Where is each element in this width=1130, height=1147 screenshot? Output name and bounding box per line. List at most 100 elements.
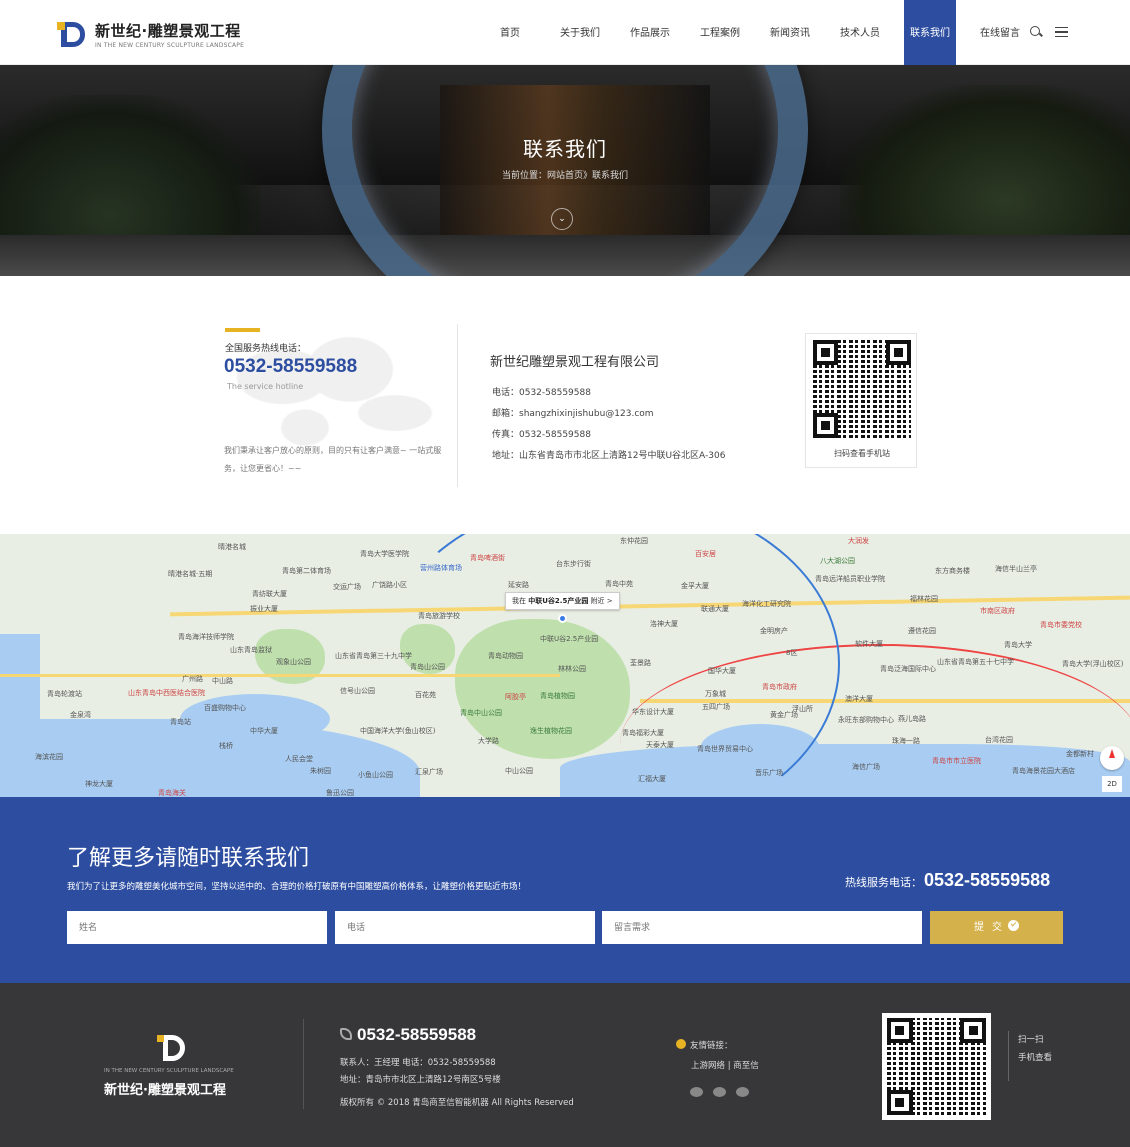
qr-caption: 扫码查看手机站 — [834, 449, 890, 458]
contact-section: 全国服务热线电话： 0532-58559588 The service hotl… — [0, 276, 1130, 534]
name-input[interactable] — [67, 911, 327, 944]
map-label: 信号山公园 — [340, 687, 375, 695]
map-label: 荃景路 — [630, 659, 651, 667]
map-label: 青岛轮渡站 — [47, 690, 82, 698]
map-label: 山东省青岛第五十七中学 — [937, 658, 1014, 666]
main-nav: 首页 关于我们 作品展示 工程案例 新闻资讯 技术人员 联系我们 在线留言 — [475, 0, 1035, 65]
logo-subtitle: IN THE NEW CENTURY SCULPTURE LANDSCAPE — [95, 41, 245, 49]
page-title: 联系我们 — [523, 137, 607, 161]
map-label: 青岛世界贸易中心 — [697, 745, 753, 753]
qr-card: 扫码查看手机站 — [805, 333, 917, 468]
map-label: 青岛大学医学院 — [360, 550, 409, 558]
page-banner: 联系我们 当前位置：网站首页》联系我们 ⌄ — [0, 65, 1130, 276]
map-label: 青岛远洋船员职业学院 — [815, 575, 885, 583]
map-label: 华东设计大厦 — [632, 708, 674, 716]
link-icon — [676, 1039, 686, 1049]
friend-link[interactable]: 上游网络 — [691, 1061, 725, 1071]
map-label: 青岛海关 — [158, 789, 186, 797]
scan-hint: 扫一扫 手机查看 — [1008, 1031, 1058, 1081]
map-label: 青岛大学 — [1004, 641, 1032, 649]
map-location-tooltip[interactable]: 我在 中联U谷2.5产业园 附近 > — [505, 592, 620, 610]
map-label: 青岛福彩大厦 — [622, 729, 664, 737]
link-separator: | — [727, 1061, 731, 1071]
map-label: 燕儿岛路 — [898, 715, 926, 723]
qq-icon[interactable] — [690, 1087, 703, 1097]
slogan: 我们秉承让客户放心的原则，目的只有让客户满意~ 一站式服务，让您更省心！~~ — [224, 446, 442, 473]
map-label: 神龙大厦 — [85, 780, 113, 788]
qr-code-icon — [813, 340, 911, 438]
logo[interactable]: 新世纪·雕塑景观工程 IN THE NEW CENTURY SCULPTURE … — [57, 18, 244, 50]
copyright: 版权所有 © 2018 青岛商至信智能机器 All Rights Reserve… — [340, 1098, 574, 1108]
map-label: 青岛啤酒街 — [470, 554, 505, 562]
weibo-icon[interactable] — [736, 1087, 749, 1097]
compass-icon[interactable] — [1100, 746, 1124, 770]
map-label: 五四广场 — [702, 703, 730, 711]
map-label: 金明房产 — [760, 627, 788, 635]
hotline-label: 全国服务热线电话： — [225, 344, 307, 354]
contact-phone: 电话：0532-58559588 — [492, 388, 591, 398]
footer-qr-code-icon — [882, 1013, 991, 1120]
map-label: 音乐广场 — [755, 769, 783, 777]
map-label: 青纺联大厦 — [252, 590, 287, 598]
map-label: 百盛购物中心 — [204, 704, 246, 712]
links-title: 友情链接： — [676, 1039, 733, 1051]
map-2d-toggle[interactable]: 2D — [1102, 776, 1122, 792]
map-label: 8区 — [786, 649, 798, 657]
map-label: 中国海洋大学(鱼山校区) — [360, 727, 436, 735]
nav-staff[interactable]: 技术人员 — [825, 0, 895, 65]
footer: IN THE NEW CENTURY SCULPTURE LANDSCAPE 新… — [0, 983, 1130, 1147]
contact-fax: 传真：0532-58559588 — [492, 430, 591, 440]
menu-icon[interactable] — [1055, 26, 1068, 38]
map-label: 中华大厦 — [250, 727, 278, 735]
company-name: 新世纪雕塑景观工程有限公司 — [490, 355, 660, 370]
map-label: 澳洋大厦 — [845, 695, 873, 703]
nav-home[interactable]: 首页 — [475, 0, 545, 65]
map-label: 百安居 — [695, 550, 716, 558]
cta-hotline: 热线服务电话： 0532-58559588 — [845, 870, 1051, 890]
check-icon — [1008, 920, 1019, 931]
wechat-icon[interactable] — [713, 1087, 726, 1097]
nav-message[interactable]: 在线留言 — [965, 0, 1035, 65]
friend-link[interactable]: 商至信 — [733, 1061, 759, 1071]
footer-logo-subtitle: IN THE NEW CENTURY SCULPTURE LANDSCAPE — [104, 1068, 234, 1074]
map-label: 软件大厦 — [855, 640, 883, 648]
map-label: 青岛第二体育场 — [282, 567, 331, 575]
contact-address: 地址：山东省青岛市市北区上清路12号中联U谷北区A-306 — [492, 451, 726, 461]
location-pin-icon[interactable] — [558, 614, 567, 623]
map-label: 青岛市市立医院 — [932, 757, 981, 765]
map-label: 东仲花园 — [620, 537, 648, 545]
phone-icon — [340, 1028, 352, 1040]
map-label: 黄金广场 — [770, 711, 798, 719]
contact-cta: 了解更多请随时联系我们 我们为了让更多的雕塑美化城市空间，坚持以适中的、合理的价… — [0, 797, 1130, 983]
map-label: 朱树园 — [310, 767, 331, 775]
nav-works[interactable]: 作品展示 — [615, 0, 685, 65]
search-icon[interactable] — [1030, 26, 1043, 39]
map-label: 广饶路小区 — [372, 581, 407, 589]
message-input[interactable] — [602, 911, 922, 944]
map-label: 阿胶亭 — [505, 693, 526, 701]
map-label: 百花苑 — [415, 691, 436, 699]
map-label: 金泉湾 — [70, 711, 91, 719]
map-label: 青岛山公园 — [410, 663, 445, 671]
nav-news[interactable]: 新闻资讯 — [755, 0, 825, 65]
map-label: 汇福大厦 — [638, 775, 666, 783]
nav-about[interactable]: 关于我们 — [545, 0, 615, 65]
cta-title: 了解更多请随时联系我们 — [67, 846, 310, 871]
breadcrumb: 当前位置：网站首页》联系我们 — [501, 171, 628, 181]
map[interactable]: 晴港名城 晴港名城·五期 青岛第二体育场 青岛大学医学院 营州路体育场 青岛啤酒… — [0, 534, 1130, 797]
chevron-down-icon[interactable]: ⌄ — [551, 208, 573, 230]
footer-logo-title: 新世纪·雕塑景观工程 — [104, 1083, 226, 1098]
map-label: 鲁迅公园 — [326, 789, 354, 797]
map-label: 青岛动物园 — [488, 652, 523, 660]
divider — [457, 324, 458, 487]
contact-email[interactable]: 邮箱：shangzhixinjishubu@123.com — [492, 404, 725, 425]
map-label: 人民会堂 — [285, 755, 313, 763]
hotline-english: The service hotline — [227, 382, 304, 391]
map-label: 遵信花园 — [908, 627, 936, 635]
map-label: 八大湖公园 — [820, 557, 855, 565]
nav-cases[interactable]: 工程案例 — [685, 0, 755, 65]
nav-contact[interactable]: 联系我们 — [904, 0, 956, 65]
submit-button[interactable]: 提交 — [930, 911, 1063, 944]
map-label: 台湾花园 — [985, 736, 1013, 744]
phone-input[interactable] — [335, 911, 595, 944]
